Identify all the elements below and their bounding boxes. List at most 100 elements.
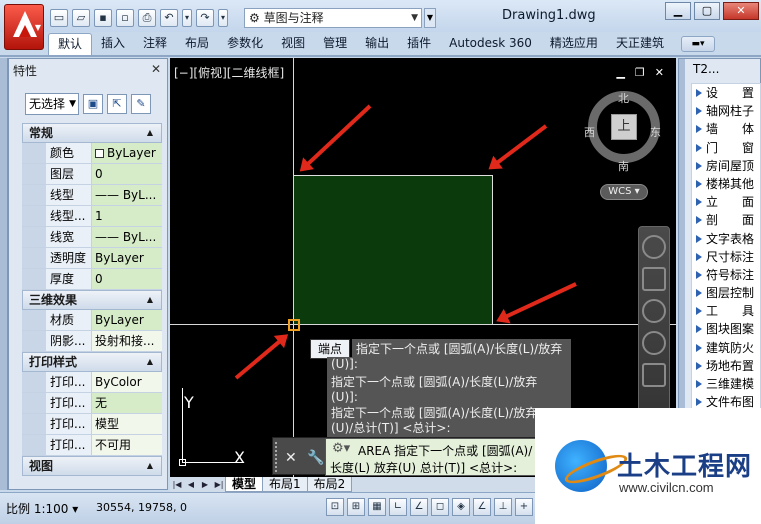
property-value[interactable]: 模型: [92, 414, 162, 434]
property-value[interactable]: ByLayer: [92, 310, 162, 330]
tool-palette-item[interactable]: 场地布置: [692, 357, 760, 375]
property-section[interactable]: 三维效果 ▲: [22, 290, 162, 310]
collapse-icon[interactable]: ▲: [147, 457, 153, 475]
tab-layout2[interactable]: 布局2: [306, 477, 353, 492]
property-value[interactable]: —— ByL...: [92, 185, 162, 205]
coordinate-readout[interactable]: 30554, 19758, 0: [96, 501, 187, 514]
collapse-icon[interactable]: ▲: [147, 124, 153, 142]
wrench-icon[interactable]: 🔧: [307, 450, 324, 466]
steering-wheel-icon[interactable]: [642, 235, 666, 259]
tool-palette-item[interactable]: 楼梯其他: [692, 175, 760, 193]
tool-palette-item[interactable]: 工 具: [692, 302, 760, 320]
redo-dropdown-icon[interactable]: ▾: [218, 9, 228, 27]
tool-palette-item[interactable]: 剖 面: [692, 211, 760, 229]
dynamic-input-icon[interactable]: +: [515, 498, 533, 516]
tab-2[interactable]: 注释: [134, 33, 176, 55]
pan-icon[interactable]: [642, 267, 666, 291]
property-section[interactable]: 常规 ▲: [22, 123, 162, 143]
viewport-close-icon[interactable]: ✕: [655, 66, 664, 79]
save-as-icon[interactable]: ▫: [116, 9, 134, 27]
property-value[interactable]: 无: [92, 393, 162, 413]
tab-5[interactable]: 视图: [272, 33, 314, 55]
property-row[interactable]: 打印... ByColor: [22, 372, 162, 393]
save-icon[interactable]: ▪: [94, 9, 112, 27]
property-row[interactable]: 阴影... 投射和接...: [22, 331, 162, 352]
property-row[interactable]: 厚度 0: [22, 269, 162, 290]
collapse-icon[interactable]: ▲: [147, 353, 153, 371]
property-value[interactable]: ByColor: [92, 372, 162, 392]
tool-palette-item[interactable]: 门 窗: [692, 139, 760, 157]
tool-palette-item[interactable]: 房间屋顶: [692, 157, 760, 175]
wcs-menu[interactable]: WCS ▾: [600, 184, 648, 200]
property-row[interactable]: 颜色 ByLayer: [22, 143, 162, 164]
tool-palette-item[interactable]: 设 置: [692, 84, 760, 102]
polar-tracking-icon[interactable]: ∠: [410, 498, 428, 516]
tool-palette-item[interactable]: 文字表格: [692, 230, 760, 248]
property-row[interactable]: 打印... 无: [22, 393, 162, 414]
viewport-minimize-icon[interactable]: ▁: [616, 66, 624, 79]
viewcube-north[interactable]: 北: [618, 90, 629, 106]
grid-icon[interactable]: ▦: [368, 498, 386, 516]
tool-palette-item[interactable]: 立 面: [692, 193, 760, 211]
tab-3[interactable]: 布局: [176, 33, 218, 55]
property-value[interactable]: —— ByL...: [92, 227, 162, 247]
tool-palette-item[interactable]: 图块图案: [692, 320, 760, 338]
property-value[interactable]: 1: [92, 206, 162, 226]
property-row[interactable]: 打印... 不可用: [22, 435, 162, 456]
property-row[interactable]: 透明度 ByLayer: [22, 248, 162, 269]
workspace-selector[interactable]: ⚙ 草图与注释 ▼: [244, 8, 422, 28]
tab-1[interactable]: 插入: [92, 33, 134, 55]
property-section[interactable]: 视图 ▲: [22, 456, 162, 476]
properties-palette-strip[interactable]: [0, 58, 8, 490]
tab-6[interactable]: 管理: [314, 33, 356, 55]
redo-icon[interactable]: ↷: [196, 9, 214, 27]
property-row[interactable]: 线型 —— ByL...: [22, 185, 162, 206]
undo-dropdown-icon[interactable]: ▾: [182, 9, 192, 27]
tab-11[interactable]: 天正建筑: [607, 33, 673, 55]
last-tab-icon[interactable]: ▶|: [212, 480, 226, 489]
tab-8[interactable]: 插件: [398, 33, 440, 55]
tool-palette-item[interactable]: 符号标注: [692, 266, 760, 284]
tool-palette-item[interactable]: 建筑防火: [692, 339, 760, 357]
viewcube-south[interactable]: 南: [618, 158, 629, 174]
tool-palette-item[interactable]: 尺寸标注: [692, 248, 760, 266]
quick-select-icon[interactable]: ✎: [131, 94, 151, 114]
close-icon[interactable]: ✕: [285, 450, 297, 466]
tab-9[interactable]: Autodesk 360: [440, 33, 541, 55]
tab-layout1[interactable]: 布局1: [262, 477, 308, 492]
next-tab-icon[interactable]: ▶: [198, 480, 212, 489]
annotation-scale[interactable]: 比例 1:100 ▾: [6, 500, 78, 517]
property-value[interactable]: 不可用: [92, 435, 162, 455]
select-objects-icon[interactable]: ⇱: [107, 94, 127, 114]
green-rectangle[interactable]: [294, 175, 493, 324]
property-value[interactable]: ByLayer: [92, 143, 162, 163]
property-value[interactable]: 0: [92, 164, 162, 184]
ortho-icon[interactable]: ∟: [389, 498, 407, 516]
object-snap-icon[interactable]: ◻: [431, 498, 449, 516]
maximize-button[interactable]: ▢: [694, 2, 720, 20]
tab-10[interactable]: 精选应用: [541, 33, 607, 55]
customize-qat-button[interactable]: ▼: [424, 8, 436, 28]
close-icon[interactable]: ✕: [151, 62, 161, 76]
print-icon[interactable]: ⎙: [138, 9, 156, 27]
tool-palette-item[interactable]: 图层控制: [692, 284, 760, 302]
viewcube-west[interactable]: 西: [584, 124, 595, 140]
orbit-icon[interactable]: [642, 331, 666, 355]
application-menu-button[interactable]: ▼: [4, 4, 44, 50]
viewport-restore-icon[interactable]: ❐: [635, 66, 645, 79]
tool-palette-item[interactable]: 轴网柱子: [692, 102, 760, 120]
close-button[interactable]: ✕: [723, 2, 759, 20]
property-value[interactable]: 0: [92, 269, 162, 289]
viewcube-east[interactable]: 东: [650, 124, 661, 140]
infer-constraints-icon[interactable]: ⊡: [326, 498, 344, 516]
ribbon-minimize-button[interactable]: ▬▾: [680, 36, 715, 52]
tab-4[interactable]: 参数化: [218, 33, 272, 55]
command-line-grip[interactable]: [275, 442, 279, 472]
viewcube-top-face[interactable]: 上: [611, 114, 637, 140]
property-value[interactable]: 投射和接...: [92, 331, 162, 351]
tool-palette-item[interactable]: 三维建模: [692, 375, 760, 393]
minimize-button[interactable]: ▁: [665, 2, 691, 20]
toggle-pickadd-icon[interactable]: ▣: [83, 94, 103, 114]
zoom-icon[interactable]: [642, 299, 666, 323]
tab-model[interactable]: 模型: [225, 477, 264, 492]
